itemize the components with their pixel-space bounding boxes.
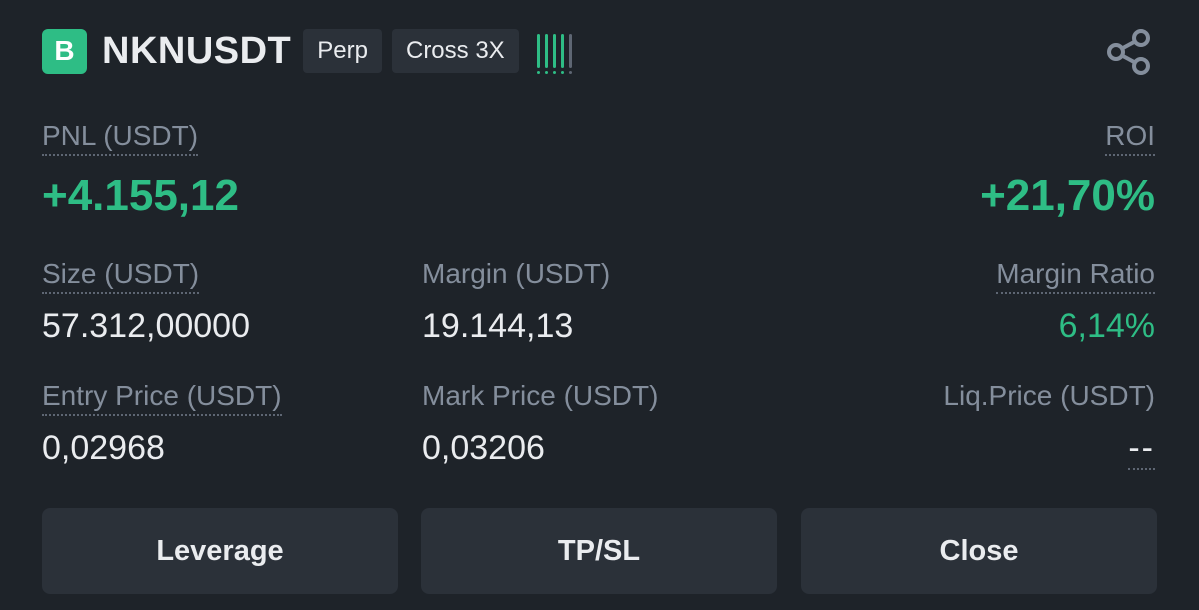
adl-bar	[544, 34, 548, 74]
entry-price-label[interactable]: Entry Price (USDT)	[42, 378, 282, 416]
adl-bar	[536, 34, 540, 74]
margin-label: Margin (USDT)	[422, 258, 611, 289]
roi-value: +21,70%	[980, 171, 1155, 220]
margin-mode-tag[interactable]: Cross 3X	[391, 29, 519, 73]
mark-price-value: 0,03206	[422, 429, 545, 467]
share-icon[interactable]	[1105, 28, 1155, 76]
position-card: B NKNUSDT Perp Cross 3X PNL (USDT) +4.15…	[0, 0, 1199, 610]
size-value: 57.312,00000	[42, 307, 250, 345]
entry-price-value: 0,02968	[42, 429, 165, 467]
liq-price-label: Liq.Price (USDT)	[943, 380, 1155, 411]
pnl-value: +4.155,12	[42, 171, 239, 220]
adl-bar	[568, 34, 572, 74]
symbol-title[interactable]: NKNUSDT	[102, 30, 291, 73]
mark-price-label: Mark Price (USDT)	[422, 380, 659, 411]
close-position-button[interactable]: Close	[801, 508, 1157, 594]
side-badge: B	[42, 28, 87, 74]
contract-type-tag: Perp	[303, 29, 382, 73]
margin-ratio-value: 6,14%	[1058, 307, 1155, 345]
margin-value: 19.144,13	[422, 307, 574, 345]
pnl-label[interactable]: PNL (USDT)	[42, 118, 199, 156]
adl-indicator-icon[interactable]	[536, 34, 572, 74]
adl-bar	[560, 34, 564, 74]
tpsl-button[interactable]: TP/SL	[421, 508, 777, 594]
liq-price-value[interactable]: --	[1128, 428, 1155, 470]
adl-bar	[552, 34, 556, 74]
roi-label[interactable]: ROI	[1105, 118, 1155, 156]
size-label[interactable]: Size (USDT)	[42, 256, 200, 294]
margin-ratio-label[interactable]: Margin Ratio	[996, 256, 1155, 294]
leverage-button[interactable]: Leverage	[42, 508, 398, 594]
position-header: B NKNUSDT Perp Cross 3X	[42, 28, 572, 74]
